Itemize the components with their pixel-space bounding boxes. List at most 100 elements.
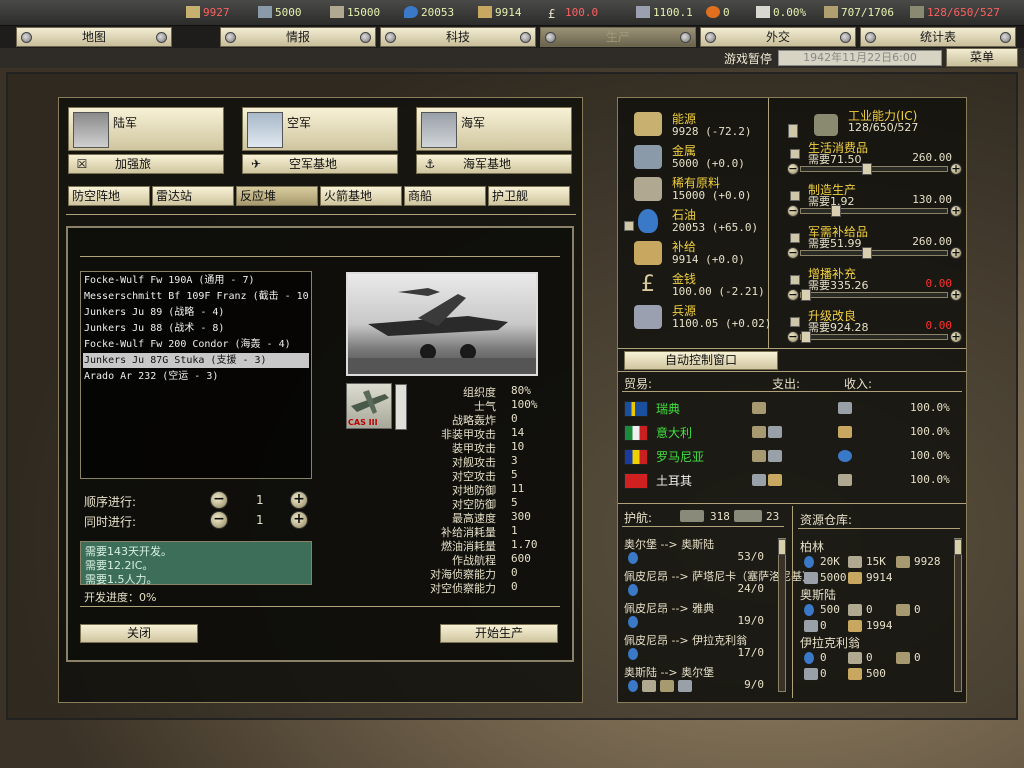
ic-row-checkbox[interactable] [790, 275, 800, 285]
close-button[interactable]: 关闭 [80, 624, 198, 643]
scroll-thumb[interactable] [778, 539, 786, 555]
auto-control-button[interactable]: 自动控制窗口 [624, 351, 778, 370]
ic-lock[interactable] [788, 124, 798, 138]
tab-statistics[interactable]: 统计表 [860, 27, 1016, 47]
ic-minus-button[interactable]: − [787, 331, 799, 343]
stat-value: 600 [511, 552, 531, 565]
convoy-scrollbar[interactable] [778, 538, 786, 692]
depot-metal: 0 [820, 667, 827, 680]
trade-country[interactable]: 意大利 [656, 424, 692, 441]
convoy-route[interactable]: 佩皮尼昂 --> 雅典 [624, 600, 714, 616]
convoy-route[interactable]: 奥尔堡 --> 奥斯陆 [624, 536, 714, 552]
oil-icon [804, 652, 814, 664]
ic-plus-button[interactable]: + [950, 247, 962, 259]
ic-minus-button[interactable]: − [787, 163, 799, 175]
ic-row-checkbox[interactable] [790, 317, 800, 327]
tab-technology[interactable]: 科技 [380, 27, 536, 47]
ic-value: 128/650/527 [927, 6, 1000, 19]
trade-country[interactable]: 瑞典 [656, 400, 680, 417]
trade-header: 贸易: [624, 377, 653, 391]
trade-pct: 100.0% [910, 473, 950, 486]
ic-plus-button[interactable]: + [950, 289, 962, 301]
vertical-divider [768, 98, 769, 348]
turkey-flag-icon [624, 473, 648, 489]
tab-diplomacy[interactable]: 外交 [700, 27, 856, 47]
tab-production-label: 生产 [605, 30, 630, 44]
trade-country[interactable]: 土耳其 [656, 472, 692, 489]
parallel-label: 同时进行: [84, 515, 137, 529]
transport-icon [824, 6, 838, 18]
ic-row-slider[interactable] [800, 163, 948, 175]
divider [618, 371, 966, 372]
convoy-route[interactable]: 奥斯陆 --> 奥尔堡 [624, 664, 714, 680]
parallel-plus-button[interactable]: + [290, 511, 308, 529]
tab-production[interactable]: 生产 [540, 27, 696, 47]
menu-button[interactable]: 菜单 [946, 48, 1018, 67]
tab-intelligence[interactable]: 情报 [220, 27, 376, 47]
unit-list-item[interactable]: Junkers Ju 89 (战略 - 4) [83, 305, 309, 320]
ic-row-checkbox[interactable] [790, 191, 800, 201]
tab-radar[interactable]: 雷达站 [152, 186, 234, 206]
depot-energy: 9928 [914, 555, 941, 568]
serial-minus-button[interactable]: − [210, 491, 228, 509]
oil-counter: 20053 [404, 6, 454, 19]
slider-knob[interactable] [801, 331, 811, 343]
ic-minus-button[interactable]: − [787, 289, 799, 301]
brigade-button[interactable]: ☒ 加强旅 [68, 154, 224, 174]
unit-list-item[interactable]: Messerschmitt Bf 109F Franz (截击 - 10) [83, 289, 309, 304]
ic-row-slider[interactable] [800, 205, 948, 217]
ic-minus-button[interactable]: − [787, 205, 799, 217]
airbase-label: 空军基地 [289, 157, 338, 171]
top-resource-bar: 9927 5000 15000 20053 9914 £100.0 1100.1… [0, 0, 1024, 26]
unit-list-item[interactable]: Junkers Ju 88 (战术 - 8) [83, 321, 309, 336]
slider-knob[interactable] [862, 163, 873, 175]
ic-row-slider[interactable] [800, 331, 948, 343]
tab-aa[interactable]: 防空阵地 [68, 186, 150, 206]
tab-rocket[interactable]: 火箭基地 [320, 186, 402, 206]
airbase-button[interactable]: ✈ 空军基地 [242, 154, 398, 174]
start-production-button[interactable]: 开始生产 [440, 624, 558, 643]
trade-country[interactable]: 罗马尼亚 [656, 448, 704, 465]
depot-city[interactable]: 柏林 [800, 538, 824, 555]
branch-army-button[interactable]: 陆军 [68, 107, 224, 151]
ic-row-slider[interactable] [800, 247, 948, 259]
tab-statistics-label: 统计表 [919, 30, 956, 44]
scroll-thumb[interactable] [954, 539, 962, 555]
tab-map[interactable]: 地图 [16, 27, 172, 47]
slider-knob[interactable] [801, 289, 811, 301]
ic-plus-button[interactable]: + [950, 163, 962, 175]
unit-list-item[interactable]: Focke-Wulf Fw 190A (通用 - 7) [83, 273, 309, 288]
ic-minus-button[interactable]: − [787, 247, 799, 259]
ic-row-slider[interactable] [800, 289, 948, 301]
ic-row-checkbox[interactable] [790, 233, 800, 243]
supplies-icon [848, 620, 862, 632]
tab-merchant[interactable]: 商船 [404, 186, 486, 206]
ic-plus-button[interactable]: + [950, 205, 962, 217]
ic-row-checkbox[interactable] [790, 149, 800, 159]
ic-plus-button[interactable]: + [950, 331, 962, 343]
unit-list-item[interactable]: Focke-Wulf Fw 200 Condor (海轰 - 4) [83, 337, 309, 352]
serial-plus-button[interactable]: + [290, 491, 308, 509]
branch-navy-button[interactable]: 海军 [416, 107, 572, 151]
oil-checkbox[interactable] [624, 221, 634, 231]
depot-scrollbar[interactable] [954, 538, 962, 692]
slider-knob[interactable] [862, 247, 873, 259]
convoy-count: 53/0 [737, 550, 765, 563]
parallel-minus-button[interactable]: − [210, 511, 228, 529]
unit-list-item[interactable]: Arado Ar 232 (空运 - 3) [83, 369, 309, 384]
unit-list-item-selected[interactable]: Junkers Ju 87G Stuka (支援 - 3) [83, 353, 309, 368]
naval-base-button[interactable]: ⚓ 海军基地 [416, 154, 572, 174]
supplies-icon [848, 572, 862, 584]
tab-reactor[interactable]: 反应堆 [236, 186, 318, 206]
branch-airforce-button[interactable]: 空军 [242, 107, 398, 151]
plane-icon [247, 112, 283, 148]
depot-city[interactable]: 奥斯陆 [800, 586, 836, 603]
nav-dot-icon [545, 32, 556, 43]
trade-pct: 100.0% [910, 449, 950, 462]
import-header: 收入: [844, 377, 873, 391]
transport-counter: 707/1706 [824, 6, 894, 19]
nuke-icon [706, 6, 720, 18]
depot-city[interactable]: 伊拉克利翁 [800, 634, 860, 651]
slider-knob[interactable] [830, 205, 841, 217]
tab-escort[interactable]: 护卫舰 [488, 186, 570, 206]
